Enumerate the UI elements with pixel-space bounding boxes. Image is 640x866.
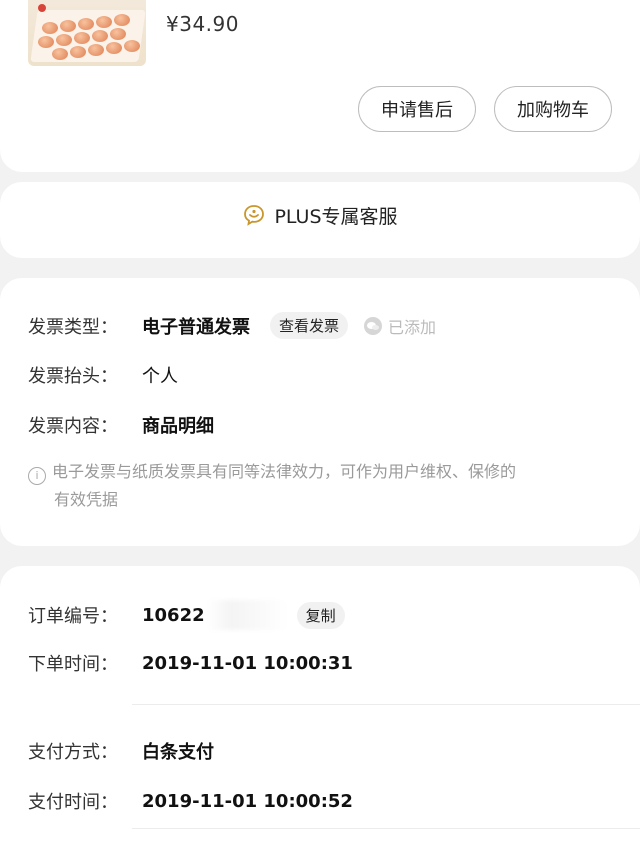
section-divider [132,704,640,705]
pay-time-row: 支付时间： 2019-11-01 10:00:52 [28,788,353,814]
invoice-type-value: 电子普通发票 [142,316,250,338]
egg-icon [60,20,76,32]
pay-method-row: 支付方式： 白条支付 [28,738,214,764]
invoice-type-row: 发票类型： 电子普通发票 查看发票 已添加 [28,312,436,339]
egg-icon [74,32,90,44]
order-number-label: 订单编号： [28,606,118,627]
egg-icon [114,14,130,26]
pay-method-value: 白条支付 [142,742,214,763]
redacted-order-number [206,600,287,630]
order-number-value: 10622 [142,604,205,626]
invoice-card: 发票类型： 电子普通发票 查看发票 已添加 发票抬头： 个人 发票内容： 商品明… [0,278,640,546]
egg-icon [52,48,68,60]
order-time-row: 下单时间： 2019-11-01 10:00:31 [28,650,353,676]
product-card: ¥34.90 申请售后 加购物车 [0,0,640,172]
brand-mark-icon [38,4,46,12]
pay-time-value: 2019-11-01 10:00:52 [142,790,353,812]
copy-order-number-button[interactable]: 复制 [296,601,345,629]
pay-time-label: 支付时间： [28,792,118,813]
egg-icon [96,16,112,28]
egg-icon [78,18,94,30]
egg-icon [70,46,86,58]
notice-line-2: 有效凭据 [54,490,119,509]
section-divider [132,828,640,829]
egg-icon [124,40,140,52]
invoice-content-label: 发票内容： [28,416,118,437]
service-card: PLUS专属客服 [0,182,640,258]
invoice-notice: i 电子发票与纸质发票具有同等法律效力，可作为用户维权、保修的 有效凭据 [28,458,618,514]
invoice-title-label: 发票抬头： [28,366,118,387]
invoice-title-value: 个人 [142,366,178,387]
egg-icon [88,44,104,56]
wechat-icon [364,316,383,335]
invoice-content-value: 商品明细 [142,416,214,437]
notice-line-1: 电子发票与纸质发票具有同等法律效力，可作为用户维权、保修的 [52,462,517,481]
pay-method-label: 支付方式： [28,742,118,763]
order-number-row: 订单编号： 10622 复制 [28,600,345,630]
invoice-content-row: 发票内容： 商品明细 [28,412,214,438]
egg-icon [106,42,122,54]
egg-icon [110,28,126,40]
order-info-card: 订单编号： 10622 复制 下单时间： 2019-11-01 10:00:31… [0,566,640,866]
plus-service-label: PLUS专属客服 [274,205,398,228]
plus-customer-service-button[interactable]: PLUS专属客服 [0,182,640,248]
product-thumbnail[interactable] [28,0,146,66]
added-label: 已添加 [388,317,437,337]
egg-icon [42,22,58,34]
view-invoice-button[interactable]: 查看发票 [270,312,349,339]
order-time-label: 下单时间： [28,654,118,675]
egg-icon [38,36,54,48]
info-icon: i [28,467,46,485]
request-aftersale-button[interactable]: 申请售后 [358,86,476,132]
egg-icon [56,34,72,46]
invoice-type-label: 发票类型： [28,316,118,338]
product-price: ¥34.90 [166,12,239,36]
order-time-value: 2019-11-01 10:00:31 [142,652,353,674]
wechat-added-badge: 已添加 [364,314,436,338]
add-to-cart-button[interactable]: 加购物车 [494,86,612,132]
egg-icon [92,30,108,42]
chat-smile-icon [244,205,265,226]
invoice-title-row: 发票抬头： 个人 [28,362,178,388]
